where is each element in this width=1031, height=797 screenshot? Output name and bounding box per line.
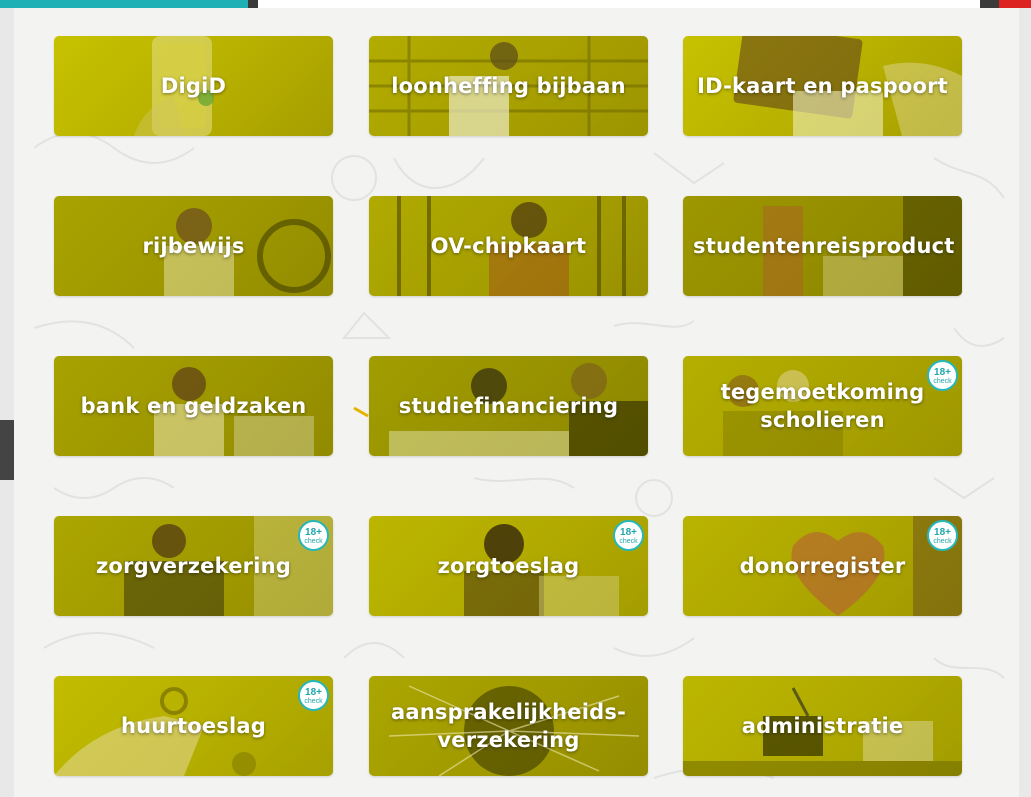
tile-label: administratie <box>741 714 904 738</box>
tile-tegemoetkoming-scholieren[interactable]: tegemoetkoming scholieren 18+ check <box>683 356 962 456</box>
tile-label: donorregister <box>739 554 906 578</box>
tile-id-kaart-paspoort[interactable]: ID-kaart en paspoort <box>683 36 962 136</box>
tile-label: studiefinanciering <box>398 394 619 418</box>
background-window-white-bar <box>258 0 980 8</box>
tile-ov-chipkaart[interactable]: OV-chipkaart <box>369 196 648 296</box>
tile-studentenreisproduct[interactable]: studentenreisproduct <box>683 196 962 296</box>
tile-label: aansprakelijkheids-verzekering <box>391 700 626 752</box>
tile-label: rijbewijs <box>142 234 245 258</box>
tile-label: tegemoetkoming scholieren <box>720 380 925 432</box>
age-check-badge: 18+ check <box>298 520 329 551</box>
age-check-badge: 18+ check <box>927 520 958 551</box>
tile-loonheffing-bijbaan[interactable]: loonheffing bijbaan <box>369 36 648 136</box>
topics-panel: DigiD loonheffing bijbaan ID-kaart en pa… <box>14 8 1019 797</box>
tile-zorgverzekering[interactable]: zorgverzekering 18+ check <box>54 516 333 616</box>
tile-label: studentenreisproduct <box>693 234 955 258</box>
tile-label: zorgverzekering <box>96 554 291 578</box>
background-window-teal-bar <box>0 0 248 8</box>
tile-label: zorgtoeslag <box>437 554 580 578</box>
tile-digid[interactable]: DigiD <box>54 36 333 136</box>
background-left-edge <box>0 8 14 797</box>
tile-aansprakelijkheidsverzekering[interactable]: aansprakelijkheids-verzekering <box>369 676 648 776</box>
tile-administratie[interactable]: administratie <box>683 676 962 776</box>
tile-huurtoeslag[interactable]: huurtoeslag 18+ check <box>54 676 333 776</box>
age-check-badge: 18+ check <box>927 360 958 391</box>
background-right-edge <box>1019 8 1031 797</box>
tile-label: huurtoeslag <box>120 714 267 738</box>
tile-studiefinanciering[interactable]: studiefinanciering <box>369 356 648 456</box>
tile-label: DigiD <box>160 74 227 98</box>
tile-zorgtoeslag[interactable]: zorgtoeslag 18+ check <box>369 516 648 616</box>
age-check-badge: 18+ check <box>613 520 644 551</box>
tile-rijbewijs[interactable]: rijbewijs <box>54 196 333 296</box>
tile-label: OV-chipkaart <box>430 234 587 258</box>
tile-donorregister[interactable]: donorregister 18+ check <box>683 516 962 616</box>
tile-label: ID-kaart en paspoort <box>697 74 948 98</box>
background-window-red-bar <box>999 0 1031 8</box>
tile-bank-en-geldzaken[interactable]: bank en geldzaken <box>54 356 333 456</box>
tile-label: bank en geldzaken <box>80 394 307 418</box>
tile-label: loonheffing bijbaan <box>391 74 626 98</box>
age-check-badge: 18+ check <box>298 680 329 711</box>
